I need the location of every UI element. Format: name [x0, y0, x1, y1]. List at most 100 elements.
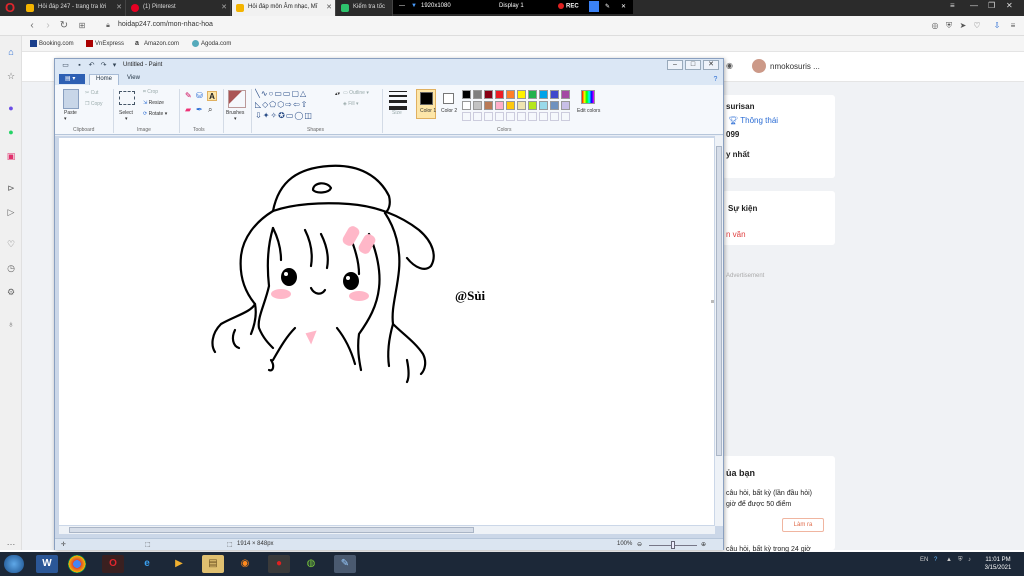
app-icon[interactable]: ◍ — [300, 555, 322, 573]
shapes-scroll-icon[interactable]: ▴▾ — [335, 91, 340, 97]
header-avatar[interactable] — [752, 59, 766, 73]
palette-custom-slot[interactable] — [550, 112, 559, 121]
outline-button[interactable]: ▭ Outline ▾ — [343, 90, 369, 96]
palette-swatch[interactable] — [462, 90, 471, 99]
paint-canvas[interactable]: @Sủi — [59, 138, 714, 525]
color1-selector[interactable] — [416, 89, 436, 119]
paste-icon[interactable] — [63, 89, 79, 109]
zoom-slider-thumb[interactable] — [671, 541, 675, 549]
palette-swatch[interactable] — [506, 101, 515, 110]
star-icon[interactable]: ☆ — [5, 70, 17, 82]
media-player-icon[interactable]: ▶ — [168, 555, 190, 573]
close-window-icon[interactable]: ✕ — [1006, 1, 1013, 10]
tab-home[interactable]: Home — [89, 74, 120, 85]
heart-icon[interactable]: ♡ — [972, 21, 982, 31]
palette-custom-slot[interactable] — [484, 112, 493, 121]
palette-custom-slot[interactable] — [495, 112, 504, 121]
speed-dial-icon[interactable]: ⊞ — [76, 20, 88, 32]
palette-swatch[interactable] — [539, 90, 548, 99]
home-icon[interactable]: ⌂ — [5, 46, 17, 58]
gear-icon[interactable]: ⚙ — [5, 286, 17, 298]
menu-icon[interactable]: ≡ — [1008, 21, 1018, 31]
lightbulb-icon[interactable]: ♁ — [5, 318, 17, 330]
size-button[interactable]: Size — [392, 110, 402, 116]
brushes-dropdown-icon[interactable]: ▾ — [234, 116, 237, 122]
help-tray-icon[interactable]: ? — [934, 557, 937, 563]
rotate-button[interactable]: ⟳ Rotate ▾ — [143, 111, 167, 117]
browser-tab-amnhac[interactable]: Hỏi đáp môn Âm nhạc, Mĩ ✕ — [232, 0, 336, 16]
whatsapp-icon[interactable]: ● — [5, 126, 17, 138]
start-button[interactable] — [4, 555, 24, 573]
opera-icon[interactable]: O — [102, 555, 124, 573]
palette-custom-slot[interactable] — [473, 112, 482, 121]
resize-button[interactable]: ⇲ Resize — [143, 100, 164, 106]
history-icon[interactable]: ◷ — [5, 262, 17, 274]
horizontal-scrollbar[interactable] — [59, 526, 715, 534]
zoom-out-icon[interactable]: ⊖ — [637, 541, 642, 548]
text-tool-icon[interactable]: A — [207, 91, 217, 101]
pencil-icon[interactable]: ✎ — [185, 91, 192, 100]
close-tab-icon[interactable]: ✕ — [221, 3, 227, 11]
download-icon[interactable]: ⇩ — [992, 21, 1002, 31]
palette-custom-slot[interactable] — [561, 112, 570, 121]
language-indicator[interactable]: EN — [920, 557, 928, 563]
fill-button[interactable]: ◈ Fill ▾ — [343, 101, 359, 107]
promo-button[interactable]: Làm ra — [782, 518, 824, 532]
redo-icon[interactable]: ↷ — [99, 61, 108, 70]
pen-icon[interactable]: ✎ — [605, 3, 610, 10]
network-icon[interactable]: ▲ — [946, 557, 952, 563]
palette-custom-slot[interactable] — [517, 112, 526, 121]
brush-icon[interactable] — [228, 90, 246, 108]
player-icon[interactable]: ⊳ — [5, 182, 17, 194]
close-recorder-icon[interactable]: ✕ — [621, 3, 626, 10]
browser-tab-speedtest[interactable]: Kiểm tra tốc — [337, 0, 393, 16]
paint-maximize-button[interactable]: □ — [685, 60, 701, 70]
minimize-window-icon[interactable]: — — [970, 1, 978, 10]
bookmark-amazon[interactable]: a Amazon.com — [135, 40, 179, 47]
palette-swatch[interactable] — [484, 101, 493, 110]
shapes-gallery[interactable]: ╲∿○▭▭▢△ ◺◇⬠⬡⇨⇦⇧ ⇩✦✧✪▭◯◫ — [255, 88, 335, 124]
paint-minimize-button[interactable]: – — [667, 60, 683, 70]
header-username[interactable]: nmokosuris ... — [770, 62, 820, 71]
bookmark-booking[interactable]: Booking.com — [30, 40, 74, 47]
bookmark-agoda[interactable]: Agoda.com — [192, 40, 231, 47]
shield-icon[interactable]: ⛨ — [944, 21, 954, 31]
camera-icon[interactable]: ◎ — [930, 21, 940, 31]
help-icon[interactable]: ? — [711, 75, 720, 84]
color-picker-icon[interactable]: ✒ — [196, 105, 203, 114]
send-icon[interactable]: ▷ — [5, 206, 17, 218]
color2-selector[interactable] — [439, 89, 459, 119]
events-link[interactable]: n văn — [726, 230, 746, 239]
heart-icon[interactable]: ♡ — [5, 238, 17, 250]
close-tab-icon[interactable]: ✕ — [116, 3, 122, 11]
palette-swatch[interactable] — [506, 90, 515, 99]
palette-swatch[interactable] — [473, 90, 482, 99]
palette-swatch[interactable] — [539, 101, 548, 110]
maximize-window-icon[interactable]: ❐ — [988, 1, 995, 10]
palette-swatch[interactable] — [495, 101, 504, 110]
edit-colors-icon[interactable] — [581, 90, 595, 104]
chrome-icon[interactable] — [68, 555, 86, 573]
instagram-icon[interactable]: ▣ — [5, 150, 17, 162]
size-lines-icon[interactable] — [389, 91, 407, 110]
palette-swatch[interactable] — [550, 90, 559, 99]
messenger-icon[interactable]: ● — [5, 102, 17, 114]
cut-button[interactable]: ✂ Cut — [85, 90, 98, 96]
palette-swatch[interactable] — [528, 101, 537, 110]
undo-icon[interactable]: ↶ — [87, 61, 96, 70]
copy-button[interactable]: ❐ Copy — [85, 101, 103, 107]
more-icon[interactable]: … — [5, 536, 17, 548]
select-icon[interactable] — [119, 91, 135, 105]
canvas-resize-handle[interactable] — [711, 300, 714, 303]
crop-button[interactable]: ⌗ Crop — [143, 89, 158, 95]
shield-tray-icon[interactable]: ⛨ — [958, 557, 963, 564]
minimize-recorder-icon[interactable]: — — [399, 3, 405, 9]
opera-logo-icon[interactable]: O — [3, 1, 17, 15]
palette-swatch[interactable] — [517, 101, 526, 110]
palette-swatch[interactable] — [517, 90, 526, 99]
forward-icon[interactable]: › — [42, 20, 54, 32]
palette-custom-slot[interactable] — [539, 112, 548, 121]
reload-icon[interactable]: ↻ — [58, 20, 70, 32]
pin-icon[interactable]: ▼ — [411, 3, 417, 9]
palette-swatch[interactable] — [462, 101, 471, 110]
